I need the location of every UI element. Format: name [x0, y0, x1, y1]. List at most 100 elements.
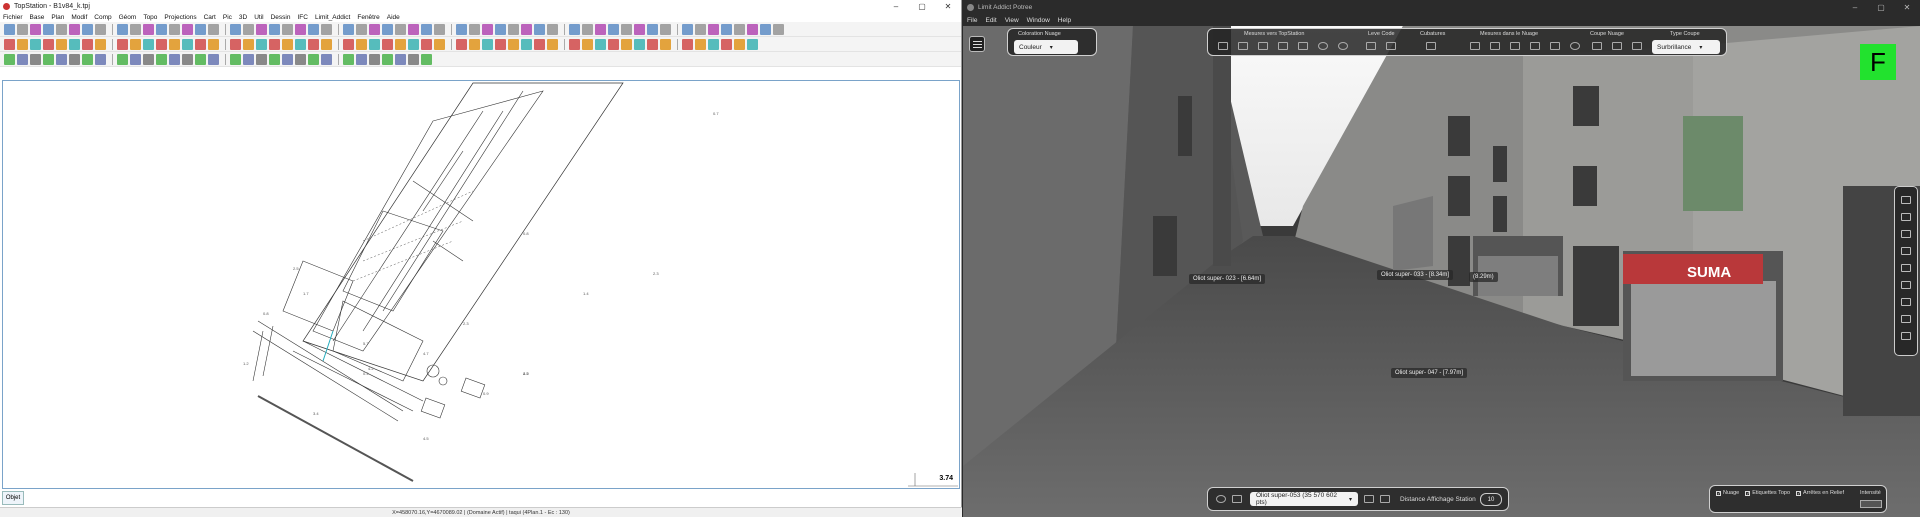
- tool-icon[interactable]: [69, 53, 80, 65]
- tool-icon[interactable]: [708, 38, 719, 50]
- menu-item[interactable]: Base: [30, 14, 45, 21]
- cloud-distance-icon[interactable]: [1490, 42, 1500, 50]
- tool-icon[interactable]: [95, 38, 106, 50]
- tool-icon[interactable]: [321, 53, 332, 65]
- tool-icon[interactable]: [269, 53, 280, 65]
- tool-icon[interactable]: [582, 23, 593, 35]
- menu-item[interactable]: Modif: [71, 14, 87, 21]
- station-select[interactable]: Oliot super-053 (35 570 602 pts): [1250, 492, 1358, 506]
- tool-icon[interactable]: [356, 38, 367, 50]
- tool-icon[interactable]: [382, 38, 393, 50]
- tool-icon[interactable]: [408, 23, 419, 35]
- measure-area-icon[interactable]: [1278, 42, 1288, 50]
- view-bottom-icon[interactable]: [1901, 332, 1911, 340]
- tool-icon[interactable]: [182, 38, 193, 50]
- tool-icon[interactable]: [30, 53, 41, 65]
- tool-icon[interactable]: [569, 23, 580, 35]
- distance-input[interactable]: 10: [1480, 493, 1502, 506]
- menu-item[interactable]: Cart: [204, 14, 216, 21]
- tool-icon[interactable]: [421, 38, 432, 50]
- tool-icon[interactable]: [82, 38, 93, 50]
- menu-item[interactable]: 3D: [239, 14, 247, 21]
- tool-icon[interactable]: [56, 23, 67, 35]
- menu-item[interactable]: Fichier: [3, 14, 23, 21]
- menu-item[interactable]: Plan: [51, 14, 64, 21]
- measure-height-icon[interactable]: [1258, 42, 1268, 50]
- maximize-icon[interactable]: ▢: [1868, 3, 1894, 12]
- minimize-icon[interactable]: –: [883, 2, 909, 11]
- minimize-icon[interactable]: –: [1842, 3, 1868, 12]
- tool-icon[interactable]: [208, 23, 219, 35]
- checkbox-icon[interactable]: ✓: [1716, 490, 1721, 496]
- tool-icon[interactable]: [773, 23, 784, 35]
- tool-icon[interactable]: [747, 38, 758, 50]
- tool-icon[interactable]: [682, 23, 693, 35]
- camera-icon[interactable]: [1380, 495, 1390, 503]
- tool-icon[interactable]: [4, 23, 15, 35]
- tool-icon[interactable]: [521, 23, 532, 35]
- tool-icon[interactable]: [282, 53, 293, 65]
- tool-icon[interactable]: [721, 23, 732, 35]
- tool-icon[interactable]: [182, 53, 193, 65]
- tool-icon[interactable]: [547, 23, 558, 35]
- tool-icon[interactable]: [130, 53, 141, 65]
- point-label[interactable]: Oliot super- 023 - [6.64m]: [1189, 274, 1266, 284]
- tool-icon[interactable]: [734, 38, 745, 50]
- tool-icon[interactable]: [695, 23, 706, 35]
- cloud-height-icon[interactable]: [1510, 42, 1520, 50]
- tool-icon[interactable]: [534, 23, 545, 35]
- tool-icon[interactable]: [143, 38, 154, 50]
- tool-icon[interactable]: [143, 53, 154, 65]
- tool-icon[interactable]: [456, 23, 467, 35]
- point-cloud-view[interactable]: SUMA Coloration Nuage Couleur Mesures ve…: [963, 26, 1920, 517]
- menu-item[interactable]: View: [1005, 17, 1019, 24]
- tool-icon[interactable]: [721, 38, 732, 50]
- tool-icon[interactable]: [308, 38, 319, 50]
- display-checkbox[interactable]: ✓ Nuage: [1716, 490, 1739, 496]
- tool-icon[interactable]: [647, 38, 658, 50]
- checkbox-icon[interactable]: ✓: [1745, 490, 1750, 496]
- tool-icon[interactable]: [243, 53, 254, 65]
- prev-station-icon[interactable]: [1232, 495, 1242, 503]
- tool-icon[interactable]: [195, 23, 206, 35]
- tool-icon[interactable]: [17, 23, 28, 35]
- cloud-point-icon[interactable]: [1470, 42, 1480, 50]
- view-front-icon[interactable]: [1901, 264, 1911, 272]
- volume-icon[interactable]: [1426, 42, 1436, 50]
- menu-item[interactable]: Limit_Addict: [315, 14, 350, 21]
- menu-item[interactable]: File: [967, 17, 977, 24]
- tool-icon[interactable]: [30, 38, 41, 50]
- measure-angle-icon[interactable]: [1298, 42, 1308, 50]
- refresh-icon[interactable]: [1216, 495, 1226, 503]
- tool-icon[interactable]: [395, 23, 406, 35]
- tool-icon[interactable]: [282, 38, 293, 50]
- menu-item[interactable]: IFC: [297, 14, 307, 21]
- tool-icon[interactable]: [660, 38, 671, 50]
- menu-item[interactable]: Topo: [143, 14, 157, 21]
- tool-icon[interactable]: [608, 38, 619, 50]
- code-point-icon[interactable]: [1366, 42, 1376, 50]
- menu-item[interactable]: Dessin: [271, 14, 291, 21]
- display-checkbox[interactable]: ✓ Arrêtes en Relief: [1796, 490, 1844, 496]
- tool-icon[interactable]: [243, 23, 254, 35]
- tool-icon[interactable]: [434, 23, 445, 35]
- next-station-icon[interactable]: [1364, 495, 1374, 503]
- tool-icon[interactable]: [308, 53, 319, 65]
- tool-icon[interactable]: [408, 38, 419, 50]
- tool-icon[interactable]: [256, 23, 267, 35]
- tool-icon[interactable]: [117, 23, 128, 35]
- tool-icon[interactable]: [421, 53, 432, 65]
- tool-icon[interactable]: [382, 23, 393, 35]
- menu-item[interactable]: Comp: [94, 14, 111, 21]
- tool-icon[interactable]: [208, 53, 219, 65]
- tool-icon[interactable]: [482, 38, 493, 50]
- tool-icon[interactable]: [343, 38, 354, 50]
- tool-icon[interactable]: [595, 38, 606, 50]
- menu-item[interactable]: Aide: [387, 14, 400, 21]
- tool-icon[interactable]: [621, 23, 632, 35]
- tool-icon[interactable]: [43, 38, 54, 50]
- tool-icon[interactable]: [295, 53, 306, 65]
- objet-button[interactable]: Objet: [2, 491, 24, 505]
- menu-item[interactable]: Projections: [164, 14, 196, 21]
- cloud-sphere-icon[interactable]: [1570, 42, 1580, 50]
